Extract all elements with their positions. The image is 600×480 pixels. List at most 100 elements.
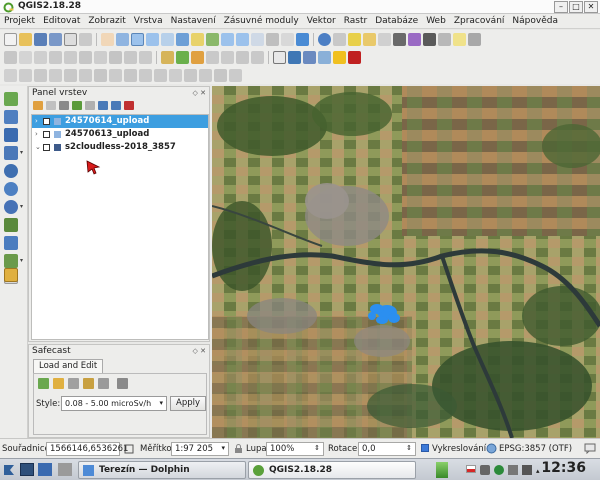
new-map-view-icon[interactable] xyxy=(251,32,264,46)
text-annotation-icon[interactable] xyxy=(468,32,481,46)
add-vector-layer-icon[interactable] xyxy=(4,92,18,106)
map-canvas[interactable] xyxy=(212,86,600,438)
menu-vektor[interactable]: Vektor xyxy=(303,14,340,28)
menu-nastaveni[interactable]: Nastavení xyxy=(167,14,220,28)
add-wcs-layer-icon[interactable] xyxy=(4,182,18,196)
select-features-icon[interactable] xyxy=(348,32,361,46)
measure-icon[interactable] xyxy=(438,32,451,46)
visibility-icon[interactable] xyxy=(59,101,69,110)
layer-row[interactable]: ⌄ s2cloudless-2018_3857 xyxy=(32,141,208,154)
add-postgis-layer-icon[interactable] xyxy=(4,128,18,142)
plugin-2-icon[interactable] xyxy=(318,50,331,64)
new-project-icon[interactable] xyxy=(4,32,17,46)
coordinate-field[interactable]: 1566146,6536261 xyxy=(46,442,128,456)
menu-vrstva[interactable]: Vrstva xyxy=(130,14,167,28)
delete-selected-icon[interactable] xyxy=(94,50,107,64)
radiation-red-icon[interactable] xyxy=(348,50,361,64)
lock-icon[interactable] xyxy=(234,444,243,454)
keyboard-layout-icon[interactable] xyxy=(466,465,476,473)
extents-toggle-icon[interactable] xyxy=(124,444,134,454)
add-delimited-text-icon[interactable] xyxy=(4,218,18,232)
zoom-selection-icon[interactable] xyxy=(191,32,204,46)
panel-float-close-icon[interactable]: ◇ ✕ xyxy=(193,345,206,357)
open-folder-icon[interactable] xyxy=(53,378,64,389)
field-calculator-icon[interactable] xyxy=(408,32,421,46)
menu-projekt[interactable]: Projekt xyxy=(0,14,39,28)
simplify-icon[interactable] xyxy=(49,68,62,82)
plugin-icon[interactable] xyxy=(303,50,316,64)
fill-ring-icon[interactable] xyxy=(94,68,107,82)
refresh-icon[interactable] xyxy=(296,32,309,46)
chevron-down-icon[interactable]: ▾ xyxy=(20,203,23,210)
zoom-next-icon[interactable] xyxy=(236,32,249,46)
add-feature-icon[interactable] xyxy=(49,50,62,64)
tools-launcher-icon[interactable] xyxy=(58,463,72,476)
clipboard-icon[interactable] xyxy=(480,465,490,475)
layer-visibility-checkbox[interactable] xyxy=(43,131,50,138)
paste-features-icon[interactable] xyxy=(139,50,152,64)
zoom-last-icon[interactable] xyxy=(221,32,234,46)
print-composer-icon[interactable] xyxy=(64,32,77,46)
new-shapefile-icon[interactable] xyxy=(4,254,18,268)
label-style-icon[interactable] xyxy=(176,50,189,64)
map-tips-icon[interactable] xyxy=(453,32,466,46)
layer-visibility-checkbox[interactable] xyxy=(43,144,50,151)
clock[interactable]: 12:36 xyxy=(541,460,586,476)
delete-ring-icon[interactable] xyxy=(109,68,122,82)
action-icon[interactable] xyxy=(333,32,346,46)
load-file-icon[interactable] xyxy=(38,378,49,389)
add-wms-layer-icon[interactable] xyxy=(4,164,18,178)
menu-editovat[interactable]: Editovat xyxy=(39,14,84,28)
volume-icon[interactable] xyxy=(508,465,518,475)
layer-row[interactable]: › 24570613_upload xyxy=(32,128,208,141)
menu-zpracovani[interactable]: Zpracování xyxy=(450,14,509,28)
chevron-right-icon[interactable]: › xyxy=(35,128,38,141)
save-icon[interactable] xyxy=(68,378,79,389)
change-label-icon[interactable] xyxy=(251,50,264,64)
task-qgis[interactable]: QGIS2.18.28 xyxy=(248,461,416,479)
add-annotation-icon[interactable] xyxy=(4,268,18,282)
pan-to-selection-icon[interactable] xyxy=(116,32,129,46)
menu-databaze[interactable]: Databáze xyxy=(371,14,422,28)
rotate-symbols-icon[interactable] xyxy=(229,68,242,82)
rotate-feature-icon[interactable] xyxy=(34,68,47,82)
attribute-table-icon[interactable] xyxy=(393,32,406,46)
label-icon[interactable] xyxy=(161,50,174,64)
move-label-icon[interactable] xyxy=(221,50,234,64)
add-virtual-layer-icon[interactable] xyxy=(4,236,18,250)
filter-expression-icon[interactable] xyxy=(85,101,95,110)
node-tool-icon[interactable] xyxy=(79,50,92,64)
chevron-right-icon[interactable]: › xyxy=(35,115,38,128)
tools-icon[interactable] xyxy=(98,378,109,389)
show-labels-icon[interactable] xyxy=(206,50,219,64)
menu-rastr[interactable]: Rastr xyxy=(340,14,372,28)
pin-labels-icon[interactable] xyxy=(191,50,204,64)
undo-icon[interactable] xyxy=(4,68,17,82)
chevron-down-icon[interactable]: ⌄ xyxy=(35,141,41,154)
copy-features-icon[interactable] xyxy=(124,50,137,64)
python-icon[interactable] xyxy=(288,50,301,64)
pan-icon[interactable] xyxy=(101,32,114,46)
move-feature-icon[interactable] xyxy=(64,50,77,64)
panel-float-close-icon[interactable]: ◇ ✕ xyxy=(193,87,206,99)
menu-zobrazit[interactable]: Zobrazit xyxy=(84,14,129,28)
edit-icon[interactable] xyxy=(83,378,94,389)
menu-web[interactable]: Web xyxy=(422,14,450,28)
split-parts-icon[interactable] xyxy=(184,68,197,82)
chevron-down-icon[interactable]: ▾ xyxy=(20,149,23,156)
show-desktop-icon[interactable] xyxy=(20,463,34,476)
zoom-native-icon[interactable] xyxy=(161,32,174,46)
deselect-icon[interactable] xyxy=(378,32,391,46)
layer-row[interactable]: › 24570614_upload xyxy=(32,115,208,128)
merge-attributes-icon[interactable] xyxy=(214,68,227,82)
zoom-in-icon[interactable] xyxy=(131,32,144,46)
notifications-icon[interactable] xyxy=(522,465,532,475)
apply-button[interactable]: Apply xyxy=(170,396,206,411)
messages-icon[interactable] xyxy=(584,443,596,454)
save-project-icon[interactable] xyxy=(34,32,47,46)
rotation-field[interactable]: 0,0 ⇕ xyxy=(358,442,416,456)
add-raster-layer-icon[interactable] xyxy=(4,110,18,124)
network-icon[interactable] xyxy=(494,465,504,475)
expand-all-icon[interactable] xyxy=(98,101,108,110)
rotate-label-icon[interactable] xyxy=(236,50,249,64)
